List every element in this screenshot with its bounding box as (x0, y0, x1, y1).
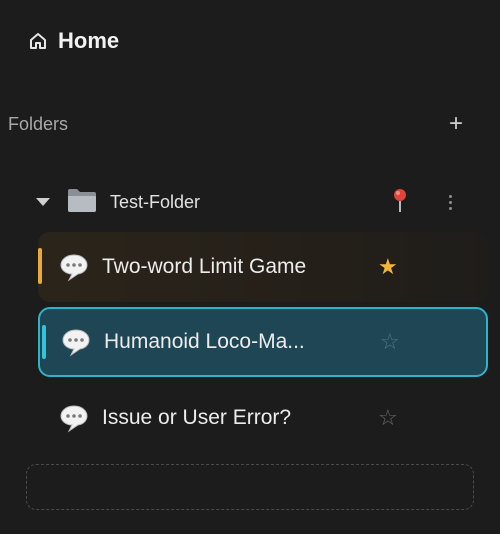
speech-bubble-icon (38, 403, 102, 433)
chat-title: Humanoid Loco-Ma... (104, 330, 305, 353)
star-outline-icon[interactable]: ☆ (378, 406, 398, 431)
folders-section-header: Folders + (8, 112, 468, 136)
chat-title: Issue or User Error? (102, 406, 292, 429)
star-filled-icon[interactable]: ★ (378, 255, 398, 280)
speech-bubble-icon (38, 252, 102, 282)
folder-drop-zone[interactable] (26, 464, 474, 510)
chat-item-two-word-limit-game[interactable]: Two-word Limit Game ★ (38, 232, 488, 302)
add-folder-button[interactable]: + (444, 112, 468, 136)
chat-item-humanoid-loco[interactable]: Humanoid Loco-Ma... ☆ (38, 307, 488, 377)
home-link[interactable]: Home (28, 28, 119, 54)
folder-row[interactable]: Test-Folder (36, 182, 466, 222)
expand-caret-icon[interactable] (36, 198, 50, 206)
folders-heading: Folders (8, 113, 69, 134)
chat-item-issue-or-user-error[interactable]: Issue or User Error? ☆ (38, 383, 488, 453)
chat-title: Two-word Limit Game (102, 255, 307, 278)
pushpin-icon[interactable] (391, 187, 409, 218)
star-outline-icon[interactable]: ☆ (380, 330, 400, 355)
home-label: Home (58, 28, 120, 53)
home-icon (28, 31, 48, 51)
folder-name: Test-Folder (110, 191, 201, 212)
speech-bubble-icon (40, 327, 104, 357)
folder-icon (66, 186, 98, 219)
folder-more-options-icon[interactable] (449, 194, 452, 210)
